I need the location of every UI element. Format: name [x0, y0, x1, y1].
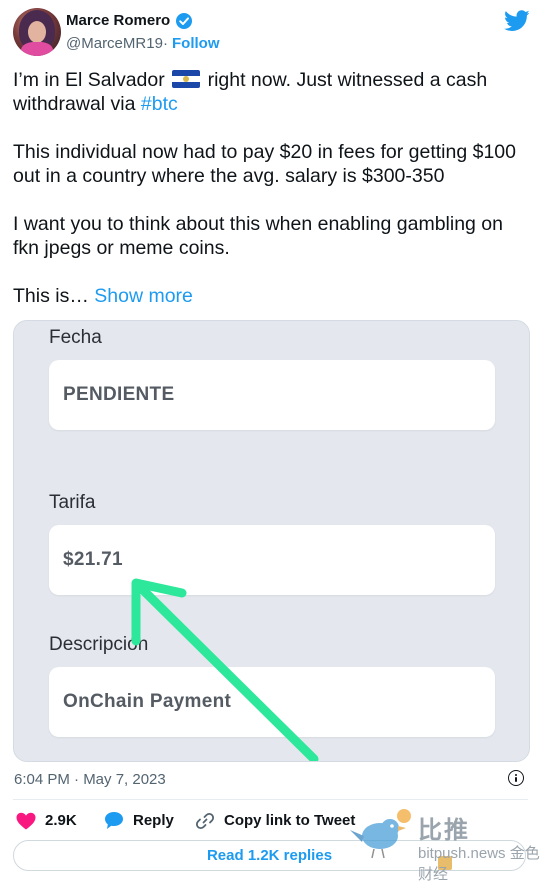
tweet-text-line1-a: I’m in El Salvador	[13, 69, 165, 91]
hashtag-link[interactable]: #btc	[141, 93, 178, 115]
author-name[interactable]: Marce Romero	[66, 12, 170, 29]
tweet-para2-line1: This individual now had to pay $20 in fe…	[13, 141, 517, 163]
divider	[13, 799, 528, 800]
tweet-para2-line2: out in a country where the avg. salary i…	[13, 165, 445, 187]
twitter-bird-icon[interactable]	[504, 10, 530, 32]
verified-badge-icon	[176, 13, 192, 29]
tweet-para3-line2: fkn jpegs or meme coins.	[13, 237, 230, 259]
tweet-para4-prefix: This is…	[13, 285, 89, 307]
tweet-paragraph-3: I want you to think about this when enab…	[13, 212, 528, 260]
author-handle[interactable]: @MarceMR19	[66, 35, 163, 52]
flag-el-salvador-icon	[172, 70, 201, 88]
tweet-paragraph-2: This individual now had to pay $20 in fe…	[13, 140, 528, 188]
follow-button[interactable]: Follow	[172, 35, 220, 52]
watermark-url-text: bitpush.news	[418, 845, 506, 862]
watermark-brand-cn: 比推	[418, 817, 470, 844]
green-arrow-annotation	[131, 578, 319, 761]
avatar[interactable]	[13, 8, 61, 56]
link-icon[interactable]	[195, 811, 215, 831]
tweet-text-line2: withdrawal via	[13, 93, 141, 115]
tweet-timestamp[interactable]: 6:04 PM · May 7, 2023	[14, 771, 166, 788]
tweet-text-line1-b: right now. Just witnessed a cash	[207, 69, 488, 91]
info-icon[interactable]	[508, 770, 524, 786]
like-count[interactable]: 2.9K	[45, 812, 77, 829]
copy-link-button[interactable]: Copy link to Tweet	[224, 812, 355, 829]
tweet-paragraph-1: I’m in El Salvador right now. Just witne…	[13, 68, 528, 116]
watermark-url: bitpush.news 金色财经	[418, 842, 545, 884]
handle-separator: ·	[163, 35, 168, 52]
reply-bubble-icon[interactable]	[104, 811, 126, 831]
tweet-para3-line1: I want you to think about this when enab…	[13, 213, 503, 235]
reply-button[interactable]: Reply	[133, 812, 174, 829]
tweet-paragraph-4: This is… Show more	[13, 284, 528, 308]
show-more-link[interactable]: Show more	[94, 285, 193, 307]
heart-icon[interactable]	[16, 812, 38, 830]
tweet-media-image[interactable]: Fecha PENDIENTE Tarifa $21.71 Descripció…	[13, 320, 530, 762]
